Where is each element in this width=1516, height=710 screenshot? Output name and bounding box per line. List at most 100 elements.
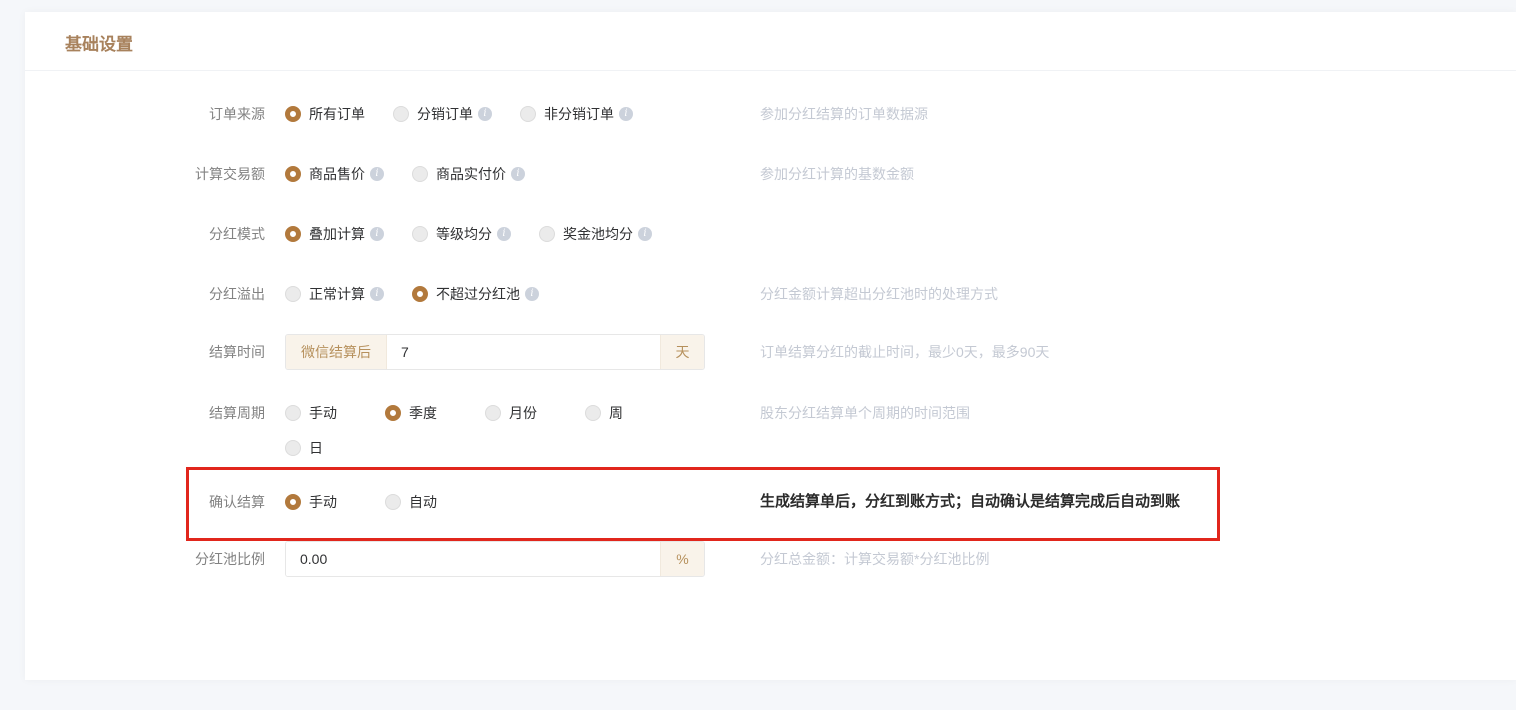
form-row: 结算时间微信结算后 天 订单结算分红的截止时间，最少0天，最多90天: [25, 334, 1516, 370]
hint-text: 分红总金额：计算交易额*分红池比例: [760, 541, 989, 577]
radio-label: 所有订单: [309, 104, 365, 124]
row-control: 手动 季度 月份 周日: [285, 402, 705, 459]
radio-option[interactable]: 周: [585, 402, 685, 424]
radio-label: 手动: [309, 492, 337, 512]
radio-unselected-icon: [585, 405, 601, 421]
input-suffix-addon: 天: [660, 335, 704, 369]
input-prefix-addon: 微信结算后: [286, 335, 387, 369]
radio-selected-icon: [285, 106, 301, 122]
radio-selected-icon: [285, 226, 301, 242]
radio-option[interactable]: 手动: [285, 491, 385, 513]
hint-text: 参加分红结算的订单数据源: [760, 103, 928, 125]
row-control: 手动 自动: [285, 491, 705, 513]
radio-unselected-icon: [285, 405, 301, 421]
field-label: 分红溢出: [25, 283, 265, 305]
info-icon[interactable]: i: [497, 227, 511, 241]
field-label: 结算周期: [25, 402, 265, 424]
radio-unselected-icon: [285, 286, 301, 302]
form-row: 计算交易额商品售价i商品实付价i参加分红计算的基数金额: [25, 163, 1516, 185]
info-icon[interactable]: i: [370, 287, 384, 301]
row-control: 叠加计算 i 等级均分 i 奖金池均分 i: [285, 223, 705, 245]
radio-group: 所有订单 分销订单 i 非分销订单 i: [285, 103, 705, 125]
row-control: %: [285, 541, 705, 577]
radio-option[interactable]: 自动: [385, 491, 485, 513]
info-icon[interactable]: i: [525, 287, 539, 301]
radio-label: 分销订单: [417, 104, 473, 124]
radio-option[interactable]: 叠加计算 i: [285, 223, 384, 245]
row-control: 所有订单 分销订单 i 非分销订单 i: [285, 103, 705, 125]
radio-unselected-icon: [285, 440, 301, 456]
field-label: 确认结算: [189, 491, 265, 513]
radio-option[interactable]: 手动: [285, 402, 385, 424]
red-annotation-box: 确认结算 手动 自动 生成结算单后，分红到账方式；自动确认是结算完成后自动到账: [186, 467, 1220, 541]
text-input[interactable]: [286, 542, 660, 576]
info-icon[interactable]: i: [638, 227, 652, 241]
radio-label: 正常计算: [309, 284, 365, 304]
field-label: 订单来源: [25, 103, 265, 125]
radio-selected-icon: [412, 286, 428, 302]
radio-label: 自动: [409, 492, 437, 512]
info-icon[interactable]: i: [511, 167, 525, 181]
text-input[interactable]: [387, 335, 660, 369]
radio-option[interactable]: 所有订单: [285, 103, 365, 125]
field-label: 计算交易额: [25, 163, 265, 185]
radio-group: 正常计算 i 不超过分红池 i: [285, 283, 705, 305]
hint-text: 股东分红结算单个周期的时间范围: [760, 402, 970, 424]
form-row: 分红模式 叠加计算 i 等级均分 i 奖金池均分 i: [25, 223, 1516, 245]
row-control: 正常计算 i 不超过分红池 i: [285, 283, 705, 305]
radio-group: 商品售价i商品实付价i: [285, 163, 705, 185]
radio-unselected-icon: [520, 106, 536, 122]
hint-text: 参加分红计算的基数金额: [760, 163, 914, 185]
radio-unselected-icon: [412, 166, 428, 182]
radio-option[interactable]: 非分销订单 i: [520, 103, 633, 125]
radio-option[interactable]: 商品实付价i: [412, 163, 525, 185]
hint-text: 生成结算单后，分红到账方式；自动确认是结算完成后自动到账: [760, 491, 1180, 513]
radio-label: 手动: [309, 403, 337, 423]
row-control: 微信结算后 天: [285, 334, 705, 370]
info-icon[interactable]: i: [370, 167, 384, 181]
form-row: 结算周期 手动 季度 月份 周日 股东分红结算单个周期的时间范围: [25, 402, 1516, 459]
radio-option[interactable]: 季度: [385, 402, 485, 424]
radio-group: 手动 自动: [285, 491, 705, 513]
radio-label: 奖金池均分: [563, 224, 633, 244]
field-label: 分红池比例: [25, 541, 265, 577]
radio-label: 叠加计算: [309, 224, 365, 244]
radio-option[interactable]: 日: [285, 437, 385, 459]
radio-option[interactable]: 月份: [485, 402, 585, 424]
form-row: 分红溢出 正常计算 i 不超过分红池 i 分红金额计算超出分红池时的处理方式: [25, 283, 1516, 305]
radio-selected-icon: [285, 494, 301, 510]
radio-unselected-icon: [539, 226, 555, 242]
radio-label: 月份: [509, 403, 537, 423]
input-group: %: [285, 541, 705, 577]
info-icon[interactable]: i: [478, 107, 492, 121]
form-row: 确认结算 手动 自动 生成结算单后，分红到账方式；自动确认是结算完成后自动到账: [189, 491, 1217, 513]
radio-option[interactable]: 分销订单 i: [393, 103, 492, 125]
radio-unselected-icon: [485, 405, 501, 421]
radio-label: 季度: [409, 403, 437, 423]
radio-unselected-icon: [412, 226, 428, 242]
radio-label: 商品售价: [309, 164, 365, 184]
radio-label: 不超过分红池: [436, 284, 520, 304]
radio-option[interactable]: 等级均分 i: [412, 223, 511, 245]
card-header: 基础设置: [25, 12, 1516, 71]
page-title: 基础设置: [65, 34, 1476, 56]
radio-selected-icon: [385, 405, 401, 421]
radio-option[interactable]: 奖金池均分 i: [539, 223, 652, 245]
radio-label: 等级均分: [436, 224, 492, 244]
settings-card: 基础设置 订单来源 所有订单 分销订单 i 非分销订单 i 参加分红结算的订单数据源计算交易…: [25, 12, 1516, 680]
field-label: 分红模式: [25, 223, 265, 245]
radio-option[interactable]: 正常计算 i: [285, 283, 384, 305]
field-label: 结算时间: [25, 334, 265, 370]
radio-option[interactable]: 商品售价 i: [285, 163, 384, 185]
radio-label: 非分销订单: [544, 104, 614, 124]
hint-text: 订单结算分红的截止时间，最少0天，最多90天: [760, 334, 1049, 370]
form-row: 分红池比例% 分红总金额：计算交易额*分红池比例: [25, 541, 1516, 577]
hint-text: 分红金额计算超出分红池时的处理方式: [760, 283, 998, 305]
radio-label: 周: [609, 403, 623, 423]
radio-unselected-icon: [393, 106, 409, 122]
radio-group: 叠加计算 i 等级均分 i 奖金池均分 i: [285, 223, 705, 245]
radio-option[interactable]: 不超过分红池 i: [412, 283, 539, 305]
info-icon[interactable]: i: [370, 227, 384, 241]
input-suffix-addon: %: [660, 542, 704, 576]
info-icon[interactable]: i: [619, 107, 633, 121]
